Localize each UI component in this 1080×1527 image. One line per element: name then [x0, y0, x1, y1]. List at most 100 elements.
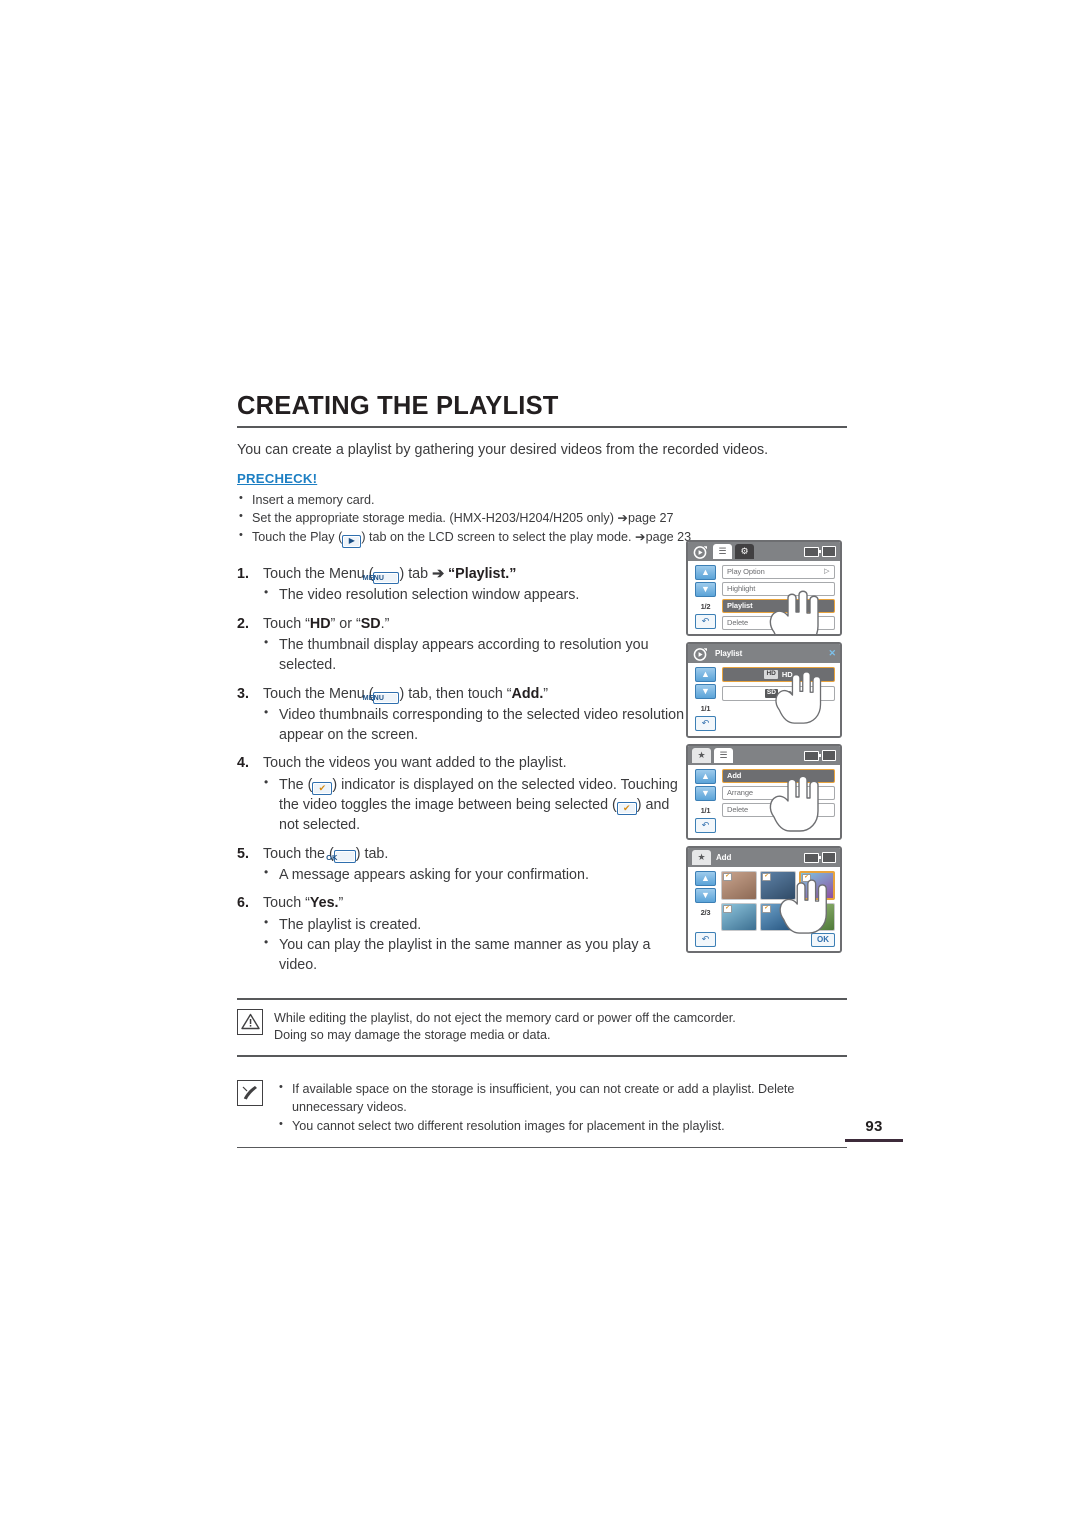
- playlist-mode-icon: ★: [692, 748, 711, 763]
- page-title: CREATING THE PLAYLIST: [237, 392, 559, 420]
- list-tab-icon[interactable]: ☰: [714, 748, 733, 763]
- caution-text: While editing the playlist, do not eject…: [274, 1009, 736, 1046]
- back-button[interactable]: ↶: [695, 932, 716, 947]
- tip-list: If available space on the storage is ins…: [274, 1080, 847, 1136]
- step-1-pre: Touch the Menu (: [263, 566, 374, 583]
- step-2-post: .”: [380, 615, 390, 632]
- back-button[interactable]: ↶: [695, 818, 716, 833]
- selected-check-icon: ✔: [802, 874, 811, 882]
- back-button[interactable]: ↶: [695, 716, 716, 731]
- precheck-item-3-post: ) tab on the LCD screen to select the pl…: [361, 530, 636, 545]
- checkmark-indicator-icon: ✔: [312, 781, 333, 795]
- video-thumbnail[interactable]: ✔: [760, 871, 796, 900]
- step-2-mid: ” or “: [330, 615, 361, 632]
- video-thumbnail[interactable]: ✔: [760, 902, 796, 931]
- menu-item-highlight[interactable]: Highlight: [722, 582, 835, 596]
- menu-tab-icon: MENU: [363, 572, 400, 585]
- back-button[interactable]: ↶: [695, 614, 716, 629]
- page-number: 93: [865, 1118, 883, 1135]
- page-indicator: 1/1: [700, 806, 711, 815]
- step-3-post: ) tab, then touch “: [399, 685, 512, 702]
- resolution-option-sd[interactable]: SD SD: [722, 686, 835, 701]
- step-6-number: 6.: [237, 895, 249, 912]
- lcd-topbar: ★ Add: [688, 848, 840, 867]
- lcd-illustrations: ☰ ⚙ ▲ ▼ 1/2 ↶ Play Option ▷ Highlight Pl…: [686, 540, 846, 959]
- page-indicator: 2/3: [700, 908, 711, 917]
- lcd-topbar: Playlist ✕: [688, 644, 840, 663]
- resolution-label: SD: [781, 689, 793, 698]
- close-icon[interactable]: ✕: [828, 649, 836, 658]
- menu-item-delete[interactable]: Delete: [722, 803, 835, 817]
- video-thumbnail[interactable]: ✔: [721, 902, 757, 931]
- scroll-up-button[interactable]: ▲: [695, 667, 716, 682]
- step-2-bullets: The thumbnail display appears according …: [237, 634, 689, 676]
- step-4-text: Touch the videos you want added to the p…: [263, 755, 567, 772]
- menu-item-add[interactable]: Add: [722, 769, 835, 783]
- lcd-menu-list: Add Arrange Delete: [719, 769, 835, 834]
- note-divider-bottom: [237, 1146, 847, 1149]
- selected-check-icon: ✔: [762, 873, 771, 881]
- step-3-bullet-1: Video thumbnails corresponding to the se…: [263, 704, 689, 746]
- step-1: 1. Touch the Menu (MENU) tab ➔ “Playlist.…: [237, 564, 689, 606]
- menu-item-arrange[interactable]: Arrange: [722, 786, 835, 800]
- scroll-down-button[interactable]: ▼: [695, 786, 716, 801]
- resolution-option-hd[interactable]: HD HD: [722, 667, 835, 682]
- step-1-number: 1.: [237, 566, 249, 583]
- lcd-nav-column: ▲ ▼ 2/3: [692, 871, 719, 931]
- lcd-nav-column: ▲ ▼ 1/1 ↶: [692, 667, 719, 732]
- scroll-down-button[interactable]: ▼: [695, 888, 716, 903]
- list-tab-icon[interactable]: ☰: [713, 544, 732, 559]
- gear-tab-icon[interactable]: ⚙: [735, 544, 754, 559]
- intro-paragraph: You can create a playlist by gathering y…: [237, 442, 769, 458]
- menu-item-delete[interactable]: Delete: [722, 616, 835, 630]
- tip-note: If available space on the storage is ins…: [237, 1071, 847, 1147]
- step-4-bullets: The (✔) indicator is displayed on the se…: [237, 774, 689, 836]
- menu-item-label: Highlight: [727, 584, 756, 593]
- card-icon: [822, 852, 836, 863]
- card-icon: [822, 750, 836, 761]
- caution-line-1: While editing the playlist, do not eject…: [274, 1010, 736, 1025]
- step-5-post: ) tab.: [355, 845, 389, 862]
- lcd-panel-menu-playlist: ☰ ⚙ ▲ ▼ 1/2 ↶ Play Option ▷ Highlight Pl…: [686, 540, 842, 636]
- lcd-topbar: ☰ ⚙: [688, 542, 840, 561]
- caution-line-2: Doing so may damage the storage media or…: [274, 1028, 551, 1043]
- ok-button[interactable]: OK: [811, 933, 835, 947]
- scroll-up-button[interactable]: ▲: [695, 565, 716, 580]
- ok-tab-icon: OK: [326, 849, 356, 863]
- play-mode-icon: [692, 647, 709, 661]
- lcd-panel-playlist-resolution: Playlist ✕ ▲ ▼ 1/1 ↶ HD HD SD SD: [686, 642, 842, 738]
- menu-item-label: Delete: [727, 805, 749, 814]
- video-thumbnail[interactable]: ✔: [721, 871, 757, 900]
- step-2-bold-sd: SD: [360, 615, 381, 632]
- menu-item-playlist[interactable]: Playlist: [722, 599, 835, 613]
- battery-icon: [804, 750, 821, 761]
- lcd-body: ▲ ▼ 1/2 ↶ Play Option ▷ Highlight Playli…: [688, 561, 840, 634]
- step-2: 2. Touch “HD” or “SD.” The thumbnail disp…: [237, 614, 689, 676]
- step-6: 6. Touch “Yes.” The playlist is created. …: [237, 893, 689, 975]
- step-2-bullet-1: The thumbnail display appears according …: [263, 634, 689, 676]
- scroll-up-button[interactable]: ▲: [695, 871, 716, 886]
- lcd-menu-list: Play Option ▷ Highlight Playlist Delete: [719, 565, 835, 630]
- precheck-item-1: Insert a memory card.: [237, 490, 903, 510]
- step-3-head: 3. Touch the Menu (MENU) tab, then touch …: [237, 684, 689, 704]
- menu-item-play-option[interactable]: Play Option ▷: [722, 565, 835, 579]
- card-icon: [822, 546, 836, 557]
- step-2-head: 2. Touch “HD” or “SD.”: [237, 614, 689, 634]
- lcd-panel-title: Add: [716, 853, 732, 862]
- precheck-item-2-ref: ➔page 27: [617, 511, 674, 526]
- scroll-down-button[interactable]: ▼: [695, 582, 716, 597]
- play-tab-icon: ▶: [342, 535, 362, 549]
- video-thumbnail-selected[interactable]: ✔: [799, 871, 835, 900]
- step-2-bold-hd: HD: [309, 615, 331, 632]
- video-thumbnail[interactable]: ✔: [799, 902, 835, 931]
- scroll-down-button[interactable]: ▼: [695, 684, 716, 699]
- step-5-bullets: A message appears asking for your confir…: [237, 864, 689, 885]
- lcd-nav-column: ▲ ▼ 1/2 ↶: [692, 565, 719, 630]
- checkmark-indicator-icon: ✔: [616, 802, 637, 816]
- battery-icon: [804, 546, 821, 557]
- page-footer: 93: [845, 1118, 903, 1142]
- step-3-pre: Touch the Menu (: [263, 685, 374, 702]
- manual-page: CREATING THE PLAYLIST You can create a p…: [0, 0, 1080, 1527]
- hd-badge: HD: [764, 670, 778, 679]
- scroll-up-button[interactable]: ▲: [695, 769, 716, 784]
